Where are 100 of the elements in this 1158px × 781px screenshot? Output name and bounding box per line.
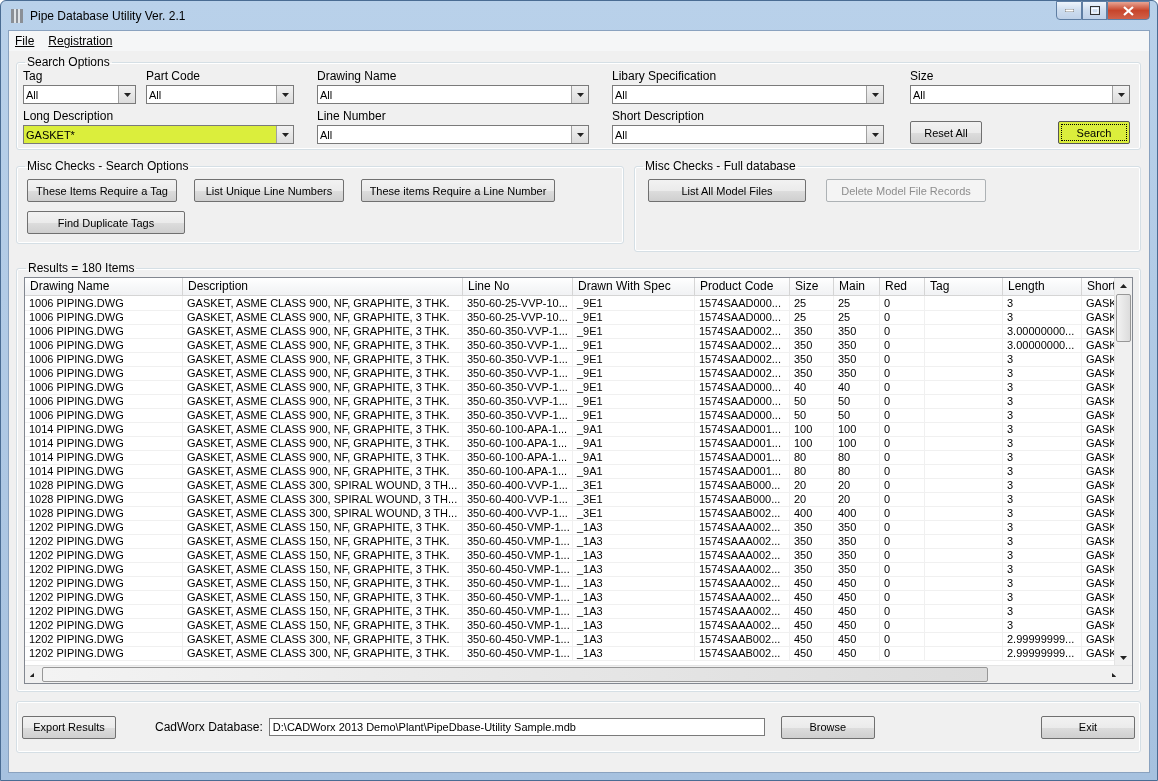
search-button[interactable]: Search: [1058, 121, 1130, 144]
table-cell: 3: [1003, 590, 1082, 605]
maximize-icon: [1089, 6, 1100, 15]
table-cell: 20: [790, 478, 834, 493]
column-header[interactable]: Product Code: [695, 278, 790, 296]
table-cell: 400: [790, 506, 834, 521]
table-cell: 0: [880, 548, 925, 563]
table-cell: 0: [880, 450, 925, 465]
column-header[interactable]: Drawn With Spec: [573, 278, 695, 296]
combo-box[interactable]: All: [317, 85, 589, 104]
table-cell: 1006 PIPING.DWG: [25, 380, 183, 395]
scroll-left-icon: [30, 672, 37, 677]
check-button[interactable]: List All Model Files: [648, 179, 806, 202]
table-cell: 350-60-350-VVP-1...: [463, 352, 573, 367]
table-cell: GASKET, ASME CLASS 900, NF, GRAPHITE, 3 THK.: [183, 450, 463, 465]
table-cell: 0: [880, 562, 925, 577]
column-header[interactable]: Main: [834, 278, 880, 296]
combo-box[interactable]: All: [317, 125, 589, 144]
table-cell: _9A1: [573, 422, 695, 437]
table-cell: 80: [834, 464, 880, 479]
group-title: Misc Checks - Full database: [644, 159, 797, 173]
field-label: Size: [910, 69, 935, 83]
table-cell: 0: [880, 296, 925, 311]
column-header[interactable]: Description: [183, 278, 463, 296]
column-header[interactable]: Drawing Name: [25, 278, 183, 296]
table-cell: 350-60-100-APA-1...: [463, 464, 573, 479]
table-cell: 3: [1003, 464, 1082, 479]
table-cell: _9E1: [573, 324, 695, 339]
table-cell: 350-60-450-VMP-1...: [463, 562, 573, 577]
combo-box[interactable]: All: [23, 85, 136, 104]
dropdown-arrow-icon: [281, 92, 289, 97]
table-cell: 100: [834, 436, 880, 451]
table-cell: 2.99999999...: [1003, 646, 1082, 661]
export-button[interactable]: Export Results: [22, 715, 116, 739]
column-header[interactable]: Line No: [463, 278, 573, 296]
table-cell: _1A3: [573, 576, 695, 591]
table-cell: 3: [1003, 520, 1082, 535]
table-cell: 350: [834, 324, 880, 339]
close-button[interactable]: [1107, 1, 1150, 20]
scroll-thumb[interactable]: [42, 667, 988, 682]
table-cell: GASKET, ASME CLASS 300, SPIRAL WOUND, 3 TH...: [183, 492, 463, 507]
maximize-button[interactable]: [1082, 1, 1107, 20]
exit-button[interactable]: Exit: [1041, 715, 1135, 739]
table-cell: 350-60-25-VVP-10...: [463, 296, 573, 311]
column-header[interactable]: Size: [790, 278, 834, 296]
table-cell: 0: [880, 408, 925, 423]
table-cell: 350-60-100-APA-1...: [463, 422, 573, 437]
field-label: Line Number: [317, 109, 387, 123]
table-cell: 350-60-400-VVP-1...: [463, 478, 573, 493]
horizontal-scrollbar[interactable]: [25, 665, 1132, 683]
table-cell: 1006 PIPING.DWG: [25, 296, 183, 311]
combo-box[interactable]: All: [910, 85, 1130, 104]
column-header[interactable]: Tag: [925, 278, 1003, 296]
menu-item[interactable]: Registration: [48, 34, 113, 48]
menu-item[interactable]: File: [15, 34, 35, 48]
table-cell: 1574SAAD001...: [695, 422, 790, 437]
table-cell: 3: [1003, 422, 1082, 437]
combo-box[interactable]: GASKET*: [23, 125, 294, 144]
check-button[interactable]: Find Duplicate Tags: [27, 211, 185, 234]
combo-box[interactable]: All: [612, 125, 884, 144]
table-cell: 1014 PIPING.DWG: [25, 436, 183, 451]
reset-button[interactable]: Reset All: [910, 121, 982, 144]
minimize-button[interactable]: [1056, 1, 1082, 20]
dropdown-arrow-icon: [871, 92, 879, 97]
browse-button[interactable]: Browse: [780, 715, 875, 739]
column-header[interactable]: Red: [880, 278, 925, 296]
database-path-field[interactable]: D:\CADWorx 2013 Demo\Plant\PipeDbase-Utility Sample.mdb: [268, 718, 765, 736]
table-cell: _9E1: [573, 352, 695, 367]
minimize-icon: [1064, 9, 1074, 12]
table-cell: 350-60-350-VVP-1...: [463, 380, 573, 395]
combo-box[interactable]: All: [146, 85, 294, 104]
table-cell: 350: [790, 520, 834, 535]
table-cell: 1574SAAD000...: [695, 380, 790, 395]
table-cell: 350-60-450-VMP-1...: [463, 604, 573, 619]
table-cell: 450: [834, 632, 880, 647]
check-button[interactable]: These Items Require a Tag: [27, 179, 177, 202]
check-button[interactable]: These items Require a Line Number: [361, 179, 555, 202]
check-button[interactable]: List Unique Line Numbers: [194, 179, 344, 202]
table-cell: 1006 PIPING.DWG: [25, 324, 183, 339]
table-cell: 350-60-350-VVP-1...: [463, 324, 573, 339]
table-cell: 350: [834, 534, 880, 549]
table-cell: 1574SAAB000...: [695, 478, 790, 493]
table-cell: GASKET, ASME CLASS 150, NF, GRAPHITE, 3 THK.: [183, 520, 463, 535]
table-cell: 450: [834, 604, 880, 619]
table-cell: 1574SAAA002...: [695, 562, 790, 577]
table-cell: 0: [880, 520, 925, 535]
table-cell: GASKET, ASME CLASS 150, NF, GRAPHITE, 3 THK.: [183, 604, 463, 619]
table-cell: 0: [880, 632, 925, 647]
table-cell: 1202 PIPING.DWG: [25, 590, 183, 605]
table-cell: 450: [790, 590, 834, 605]
table-cell: 1028 PIPING.DWG: [25, 492, 183, 507]
column-header[interactable]: Length: [1003, 278, 1082, 296]
combo-box[interactable]: All: [612, 85, 884, 104]
table-cell: 450: [790, 604, 834, 619]
column-header[interactable]: Short: [1082, 278, 1116, 296]
vertical-scrollbar[interactable]: [1114, 278, 1132, 666]
table-cell: 1574SAAD000...: [695, 296, 790, 311]
table-cell: 80: [790, 450, 834, 465]
window-title: Pipe Database Utility Ver. 2.1: [30, 8, 186, 23]
scroll-thumb[interactable]: [1116, 294, 1131, 342]
